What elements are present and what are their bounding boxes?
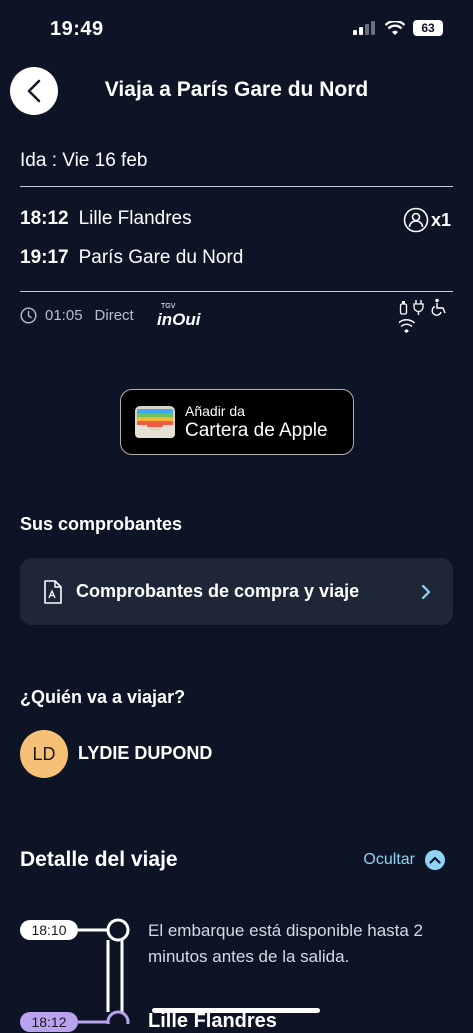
hide-details-toggle[interactable]: Ocultar <box>363 850 445 870</box>
avatar: LD <box>20 730 68 778</box>
passenger-count: x1 <box>403 207 451 233</box>
add-to-wallet-button[interactable]: Añadir da Cartera de Apple <box>120 389 354 455</box>
chevron-left-icon <box>27 79 41 103</box>
receipts-card-label: Comprobantes de compra y viaje <box>76 581 360 601</box>
passenger-count-label: x1 <box>430 209 451 230</box>
divider <box>20 186 453 187</box>
boarding-time: 18:10 <box>20 920 78 940</box>
travelers-section-title: ¿Quién va a viajar? <box>20 687 186 707</box>
status-icons: 63 <box>353 20 443 36</box>
brand-label: inOui <box>157 310 201 329</box>
clock-icon <box>20 307 37 324</box>
boarding-note: El embarque está disponible hasta 2 minu… <box>148 921 424 966</box>
wifi-amenity-icon <box>398 319 415 333</box>
home-indicator[interactable] <box>152 1008 320 1013</box>
person-icon <box>403 207 429 233</box>
trip-info: 01:05 Direct <box>20 307 134 324</box>
battery-icon: 63 <box>413 20 443 36</box>
page-title: Viaja a París Gare du Nord <box>104 78 369 101</box>
departure-station: Lille Flandres <box>78 208 192 229</box>
hide-details-label: Ocultar <box>363 851 415 868</box>
arrival-row: 19:17 París Gare du Nord <box>20 247 243 269</box>
wallet-icon <box>135 406 175 438</box>
trip-duration: 01:05 <box>45 307 83 324</box>
departure-row: 18:12 Lille Flandres <box>20 208 192 230</box>
arrival-station: París Gare du Nord <box>78 247 244 268</box>
wallet-line1: Añadir da <box>185 402 245 419</box>
departure-time-pill: 18:12 <box>20 1012 78 1032</box>
back-button[interactable] <box>10 67 58 115</box>
trip-type: Direct <box>94 307 134 324</box>
departure-time: 18:12 <box>20 208 69 229</box>
passenger-name: LYDIE DUPOND <box>78 743 213 763</box>
trip-details-title: Detalle del viaje <box>20 848 178 871</box>
outbound-date: Ida : Vie 16 feb <box>20 150 148 171</box>
wheelchair-icon <box>431 298 446 316</box>
amenities <box>398 298 449 339</box>
bottle-icon <box>399 301 408 315</box>
wallet-line2: Cartera de Apple <box>185 419 328 441</box>
arrival-time: 19:17 <box>20 247 69 268</box>
divider <box>20 291 453 292</box>
timeline-departure-station: Lille Flandres <box>148 1010 277 1032</box>
plug-icon <box>413 300 424 315</box>
chevron-right-icon <box>421 584 431 599</box>
status-time: 19:49 <box>50 18 104 40</box>
document-icon <box>44 579 62 604</box>
receipts-card[interactable]: Comprobantes de compra y viaje <box>20 558 453 625</box>
signal-icon <box>353 21 375 35</box>
receipts-section-title: Sus comprobantes <box>20 514 183 534</box>
inoui-logo: TGV inOui <box>157 303 200 329</box>
wifi-icon <box>385 20 405 35</box>
chevron-up-icon <box>425 850 445 870</box>
